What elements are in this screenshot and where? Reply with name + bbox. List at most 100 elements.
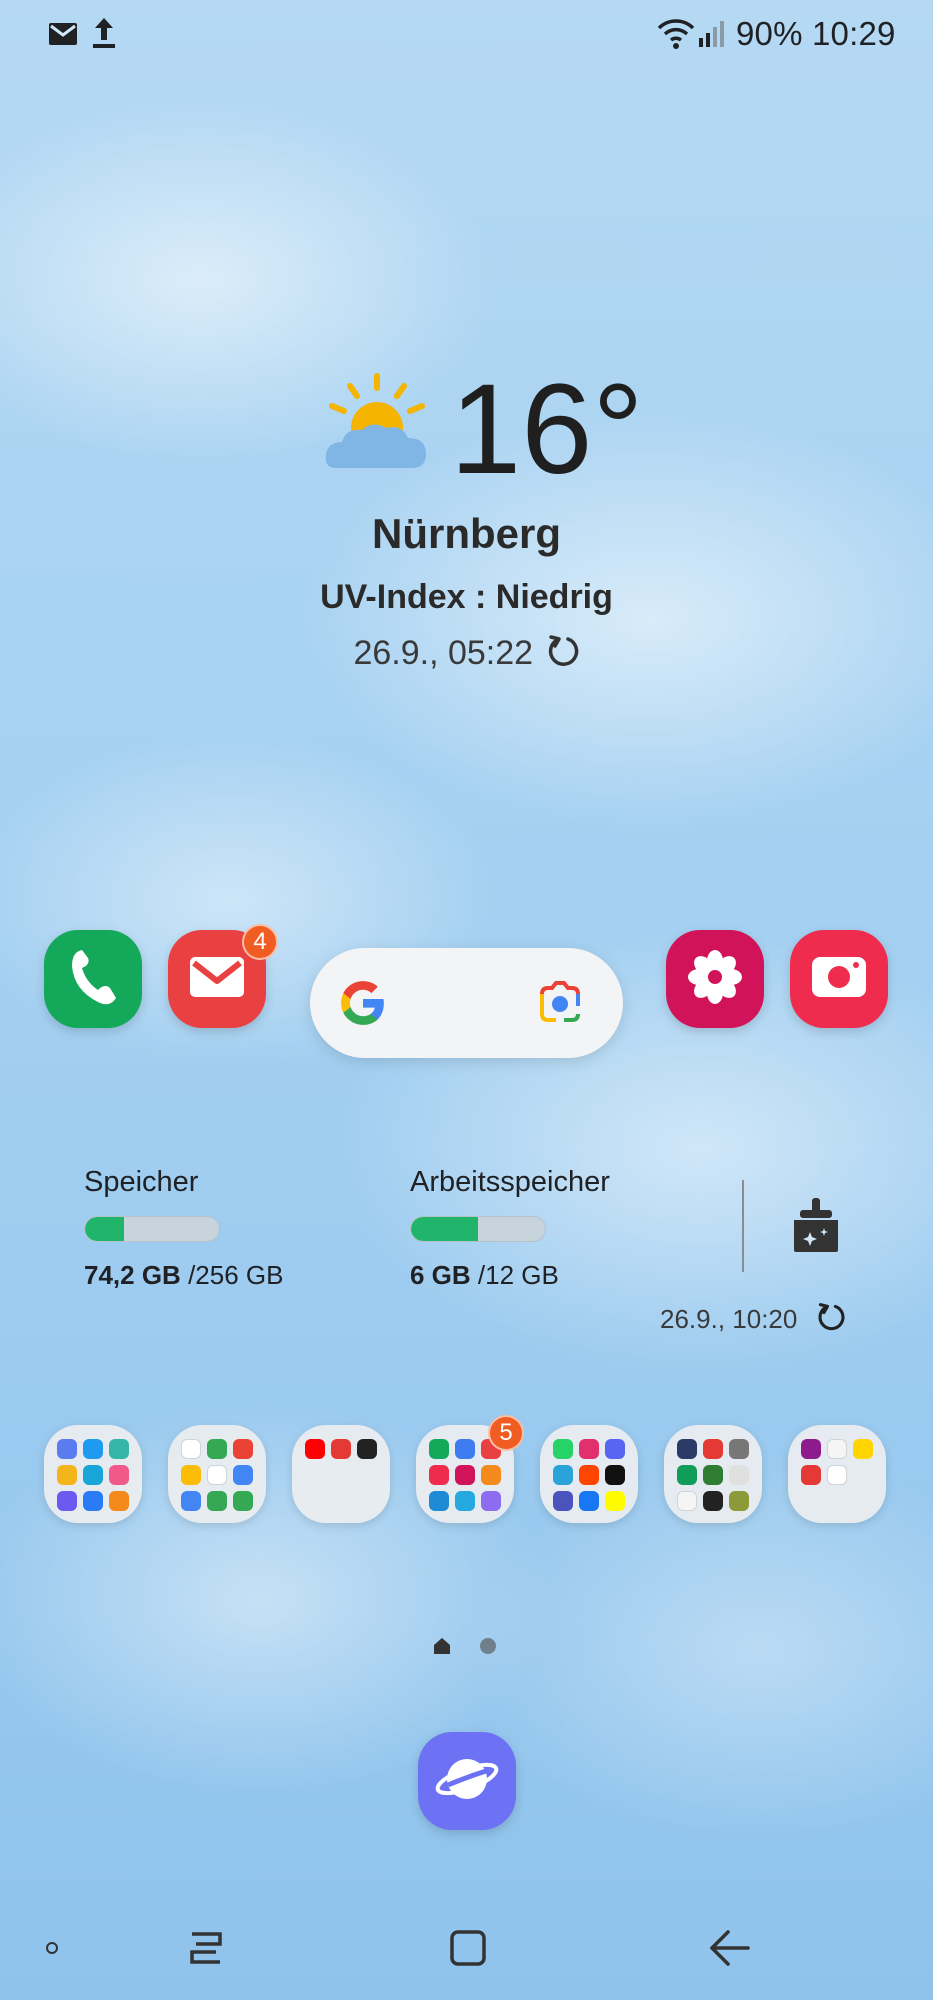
ram-bar: [410, 1216, 546, 1242]
folder-app-icon: [481, 1491, 501, 1511]
folder-app-icon: [853, 1439, 873, 1459]
folder-app-icon: [827, 1439, 847, 1459]
folder-app-icon: [605, 1491, 625, 1511]
folder-app-icon: [207, 1491, 227, 1511]
folder-app-icon: [207, 1439, 227, 1459]
app-folder[interactable]: [168, 1425, 266, 1523]
city-name: Nürnberg: [372, 510, 561, 557]
app-folder[interactable]: [540, 1425, 638, 1523]
signal-icon: [698, 20, 726, 48]
uv-index: UV-Index : Niedrig: [320, 578, 613, 616]
storage-total: /256 GB: [188, 1260, 284, 1290]
flower-icon: [686, 948, 744, 1011]
weather-widget[interactable]: 16° Nürnberg UV-Index : Niedrig 26.9., 0…: [0, 360, 933, 680]
partly-sunny-icon: [322, 372, 432, 472]
email-badge: 4: [242, 924, 278, 960]
folder-app-icon: [677, 1439, 697, 1459]
folder-app-icon: [677, 1465, 697, 1485]
folder-app-icon: [579, 1465, 599, 1485]
internet-browser-app[interactable]: [418, 1732, 516, 1830]
storage-bar-fill: [85, 1217, 124, 1241]
folder-app-icon: [57, 1465, 77, 1485]
google-g-icon: [338, 978, 388, 1028]
page-indicator: [432, 1636, 502, 1658]
folder-app-icon: [579, 1439, 599, 1459]
folder-app-icon: [677, 1491, 697, 1511]
back-icon[interactable]: [708, 1928, 752, 1968]
folder-app-icon: [233, 1491, 253, 1511]
battery-percentage: 90%: [736, 15, 803, 52]
app-folder[interactable]: [292, 1425, 390, 1523]
folder-badge: 5: [488, 1415, 524, 1451]
folder-app-icon: [83, 1491, 103, 1511]
page-dot[interactable]: [480, 1638, 496, 1654]
folder-app-icon: [553, 1439, 573, 1459]
folder-app-icon: [481, 1465, 501, 1485]
navigation-bar: [0, 1900, 933, 2000]
folder-app-icon: [331, 1439, 351, 1459]
folder-app-icon: [429, 1491, 449, 1511]
refresh-icon[interactable]: [816, 1302, 846, 1332]
folder-app-icon: [703, 1439, 723, 1459]
clock: 10:29: [812, 15, 896, 52]
home-page-indicator-icon[interactable]: [432, 1636, 452, 1656]
folder-app-icon: [729, 1465, 749, 1485]
folder-app-icon: [579, 1491, 599, 1511]
folder-app-icon: [553, 1465, 573, 1485]
google-lens-icon[interactable]: [536, 980, 584, 1026]
ram-value: 6 GB /12 GB: [410, 1260, 559, 1291]
folder-app-icon: [357, 1439, 377, 1459]
camera-icon: [810, 953, 868, 1006]
folder-app-icon: [553, 1491, 573, 1511]
ram-bar-fill: [411, 1217, 478, 1241]
app-folder[interactable]: [788, 1425, 886, 1523]
ram-total: /12 GB: [477, 1260, 559, 1290]
camera-app[interactable]: [790, 930, 888, 1028]
wifi-icon: [656, 18, 696, 50]
status-bar: 90% 10:29: [0, 0, 933, 70]
storage-label: Speicher: [84, 1166, 199, 1198]
phone-app[interactable]: [44, 930, 142, 1028]
app-folder[interactable]: 5: [416, 1415, 524, 1523]
dot-indicator-icon[interactable]: [46, 1942, 58, 1954]
refresh-icon[interactable]: [546, 634, 580, 668]
folder-app-icon: [181, 1491, 201, 1511]
temperature: 16°: [450, 358, 644, 501]
widget-divider: [742, 1180, 744, 1272]
folder-app-icon: [181, 1439, 201, 1459]
app-folder[interactable]: [44, 1425, 142, 1523]
storage-used: 74,2 GB: [84, 1260, 181, 1290]
ram-used: 6 GB: [410, 1260, 471, 1290]
folder-app-icon: [429, 1439, 449, 1459]
broom-sparkle-icon[interactable]: [790, 1196, 842, 1254]
folder-app-icon: [827, 1465, 847, 1485]
folder-app-icon: [83, 1439, 103, 1459]
folder-app-icon: [83, 1465, 103, 1485]
folder-app-icon: [605, 1439, 625, 1459]
storage-bar: [84, 1216, 220, 1242]
weather-updated-row: 26.9., 05:22: [0, 634, 933, 673]
mail-icon: [188, 955, 246, 1004]
folder-app-icon: [233, 1465, 253, 1485]
folder-app-icon: [801, 1439, 821, 1459]
device-care-updated-row: 26.9., 10:20: [660, 1302, 846, 1335]
email-app[interactable]: 4: [168, 924, 278, 1028]
folder-app-icon: [109, 1491, 129, 1511]
device-care-widget[interactable]: Speicher 74,2 GB /256 GB Arbeitsspeicher…: [0, 1160, 933, 1340]
app-folder[interactable]: [664, 1425, 762, 1523]
folder-app-icon: [605, 1465, 625, 1485]
gallery-app[interactable]: [666, 930, 764, 1028]
recents-icon[interactable]: [186, 1928, 226, 1968]
storage-value: 74,2 GB /256 GB: [84, 1260, 283, 1291]
folder-app-icon: [57, 1439, 77, 1459]
upload-icon: [92, 16, 116, 50]
home-icon[interactable]: [448, 1928, 488, 1968]
folder-app-icon: [233, 1439, 253, 1459]
folder-app-icon: [455, 1439, 475, 1459]
folder-app-icon: [109, 1465, 129, 1485]
internet-planet-icon: [434, 1749, 500, 1814]
device-care-updated-time: 26.9., 10:20: [660, 1304, 798, 1334]
google-search-bar[interactable]: [310, 948, 623, 1058]
folder-app-icon: [305, 1439, 325, 1459]
folder-app-icon: [207, 1465, 227, 1485]
